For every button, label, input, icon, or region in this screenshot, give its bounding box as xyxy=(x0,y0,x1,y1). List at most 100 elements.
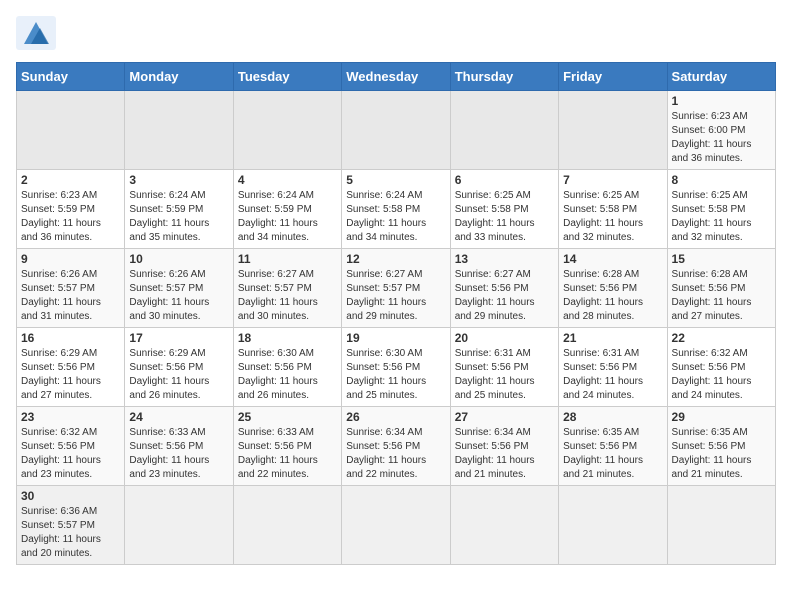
day-number: 11 xyxy=(238,252,337,266)
day-number: 30 xyxy=(21,489,120,503)
calendar-cell xyxy=(342,91,450,170)
cell-info: Sunrise: 6:23 AM Sunset: 5:59 PM Dayligh… xyxy=(21,189,120,245)
day-number: 15 xyxy=(672,252,771,266)
cell-info: Sunrise: 6:36 AM Sunset: 5:57 PM Dayligh… xyxy=(21,505,120,561)
cell-info: Sunrise: 6:24 AM Sunset: 5:59 PM Dayligh… xyxy=(238,189,337,245)
calendar-cell: 22 Sunrise: 6:32 AM Sunset: 5:56 PM Dayli… xyxy=(667,328,775,407)
calendar-cell: 20Sunrise: 6:31 AM Sunset: 5:56 PM Dayli… xyxy=(450,328,558,407)
cell-info: Sunrise: 6:32 AM Sunset: 5:56 PM Dayligh… xyxy=(21,426,120,482)
day-number: 17 xyxy=(129,331,228,345)
day-number: 19 xyxy=(346,331,445,345)
calendar-cell xyxy=(17,91,125,170)
day-number: 1 xyxy=(672,94,771,108)
calendar-week-row: 9 Sunrise: 6:26 AM Sunset: 5:57 PM Daylig… xyxy=(17,249,776,328)
day-number: 26 xyxy=(346,410,445,424)
weekday-header: Saturday xyxy=(667,63,775,91)
cell-info: Sunrise: 6:29 AM Sunset: 5:56 PM Dayligh… xyxy=(129,347,228,403)
calendar-cell: 17 Sunrise: 6:29 AM Sunset: 5:56 PM Dayli… xyxy=(125,328,233,407)
day-number: 24 xyxy=(129,410,228,424)
calendar-cell xyxy=(450,486,558,565)
calendar-week-row: 1 Sunrise: 6:23 AM Sunset: 6:00 PM Daylig… xyxy=(17,91,776,170)
calendar-cell: 27 Sunrise: 6:34 AM Sunset: 5:56 PM Dayli… xyxy=(450,407,558,486)
cell-info: Sunrise: 6:35 AM Sunset: 5:56 PM Dayligh… xyxy=(563,426,662,482)
weekday-header: Wednesday xyxy=(342,63,450,91)
cell-info: Sunrise: 6:34 AM Sunset: 5:56 PM Dayligh… xyxy=(346,426,445,482)
calendar-cell: 24 Sunrise: 6:33 AM Sunset: 5:56 PM Dayli… xyxy=(125,407,233,486)
cell-info: Sunrise: 6:33 AM Sunset: 5:56 PM Dayligh… xyxy=(238,426,337,482)
calendar-cell: 2Sunrise: 6:23 AM Sunset: 5:59 PM Daylig… xyxy=(17,170,125,249)
weekday-header: Thursday xyxy=(450,63,558,91)
cell-info: Sunrise: 6:35 AM Sunset: 5:56 PM Dayligh… xyxy=(672,426,771,482)
cell-info: Sunrise: 6:28 AM Sunset: 5:56 PM Dayligh… xyxy=(672,268,771,324)
calendar-cell xyxy=(125,486,233,565)
day-number: 25 xyxy=(238,410,337,424)
day-number: 28 xyxy=(563,410,662,424)
day-number: 22 xyxy=(672,331,771,345)
calendar-cell: 26 Sunrise: 6:34 AM Sunset: 5:56 PM Dayli… xyxy=(342,407,450,486)
calendar-cell: 28 Sunrise: 6:35 AM Sunset: 5:56 PM Dayli… xyxy=(559,407,667,486)
cell-info: Sunrise: 6:25 AM Sunset: 5:58 PM Dayligh… xyxy=(563,189,662,245)
day-number: 23 xyxy=(21,410,120,424)
cell-info: Sunrise: 6:24 AM Sunset: 5:59 PM Dayligh… xyxy=(129,189,228,245)
cell-info: Sunrise: 6:25 AM Sunset: 5:58 PM Dayligh… xyxy=(672,189,771,245)
cell-info: Sunrise: 6:31 AM Sunset: 5:56 PM Dayligh… xyxy=(563,347,662,403)
cell-info: Sunrise: 6:31 AM Sunset: 5:56 PM Dayligh… xyxy=(455,347,554,403)
calendar-cell: 13Sunrise: 6:27 AM Sunset: 5:56 PM Dayli… xyxy=(450,249,558,328)
calendar-week-row: 23 Sunrise: 6:32 AM Sunset: 5:56 PM Dayli… xyxy=(17,407,776,486)
calendar-cell: 30 Sunrise: 6:36 AM Sunset: 5:57 PM Dayli… xyxy=(17,486,125,565)
calendar-header-row: SundayMondayTuesdayWednesdayThursdayFrid… xyxy=(17,63,776,91)
cell-info: Sunrise: 6:25 AM Sunset: 5:58 PM Dayligh… xyxy=(455,189,554,245)
cell-info: Sunrise: 6:29 AM Sunset: 5:56 PM Dayligh… xyxy=(21,347,120,403)
cell-info: Sunrise: 6:30 AM Sunset: 5:56 PM Dayligh… xyxy=(346,347,445,403)
calendar-cell: 12 Sunrise: 6:27 AM Sunset: 5:57 PM Dayli… xyxy=(342,249,450,328)
logo xyxy=(16,16,62,50)
calendar-week-row: 2Sunrise: 6:23 AM Sunset: 5:59 PM Daylig… xyxy=(17,170,776,249)
cell-info: Sunrise: 6:33 AM Sunset: 5:56 PM Dayligh… xyxy=(129,426,228,482)
calendar-cell: 25 Sunrise: 6:33 AM Sunset: 5:56 PM Dayli… xyxy=(233,407,341,486)
cell-info: Sunrise: 6:27 AM Sunset: 5:57 PM Dayligh… xyxy=(346,268,445,324)
day-number: 14 xyxy=(563,252,662,266)
calendar-week-row: 16Sunrise: 6:29 AM Sunset: 5:56 PM Dayli… xyxy=(17,328,776,407)
calendar-cell xyxy=(559,91,667,170)
calendar-cell: 29 Sunrise: 6:35 AM Sunset: 5:56 PM Dayli… xyxy=(667,407,775,486)
calendar-cell: 19 Sunrise: 6:30 AM Sunset: 5:56 PM Dayli… xyxy=(342,328,450,407)
day-number: 29 xyxy=(672,410,771,424)
day-number: 10 xyxy=(129,252,228,266)
calendar-cell xyxy=(233,91,341,170)
day-number: 27 xyxy=(455,410,554,424)
weekday-header: Friday xyxy=(559,63,667,91)
calendar-cell: 8Sunrise: 6:25 AM Sunset: 5:58 PM Daylig… xyxy=(667,170,775,249)
day-number: 6 xyxy=(455,173,554,187)
day-number: 4 xyxy=(238,173,337,187)
calendar-cell xyxy=(667,486,775,565)
calendar-cell: 14Sunrise: 6:28 AM Sunset: 5:56 PM Dayli… xyxy=(559,249,667,328)
cell-info: Sunrise: 6:23 AM Sunset: 6:00 PM Dayligh… xyxy=(672,110,771,166)
day-number: 9 xyxy=(21,252,120,266)
cell-info: Sunrise: 6:32 AM Sunset: 5:56 PM Dayligh… xyxy=(672,347,771,403)
day-number: 13 xyxy=(455,252,554,266)
weekday-header: Sunday xyxy=(17,63,125,91)
weekday-header: Tuesday xyxy=(233,63,341,91)
calendar-cell: 5Sunrise: 6:24 AM Sunset: 5:58 PM Daylig… xyxy=(342,170,450,249)
day-number: 3 xyxy=(129,173,228,187)
weekday-header: Monday xyxy=(125,63,233,91)
calendar-cell xyxy=(233,486,341,565)
calendar-cell: 11 Sunrise: 6:27 AM Sunset: 5:57 PM Dayli… xyxy=(233,249,341,328)
calendar-cell: 1 Sunrise: 6:23 AM Sunset: 6:00 PM Daylig… xyxy=(667,91,775,170)
calendar-cell: 3 Sunrise: 6:24 AM Sunset: 5:59 PM Daylig… xyxy=(125,170,233,249)
cell-info: Sunrise: 6:26 AM Sunset: 5:57 PM Dayligh… xyxy=(129,268,228,324)
day-number: 12 xyxy=(346,252,445,266)
calendar-cell: 21Sunrise: 6:31 AM Sunset: 5:56 PM Dayli… xyxy=(559,328,667,407)
day-number: 5 xyxy=(346,173,445,187)
calendar-cell: 6 Sunrise: 6:25 AM Sunset: 5:58 PM Daylig… xyxy=(450,170,558,249)
calendar-cell: 4 Sunrise: 6:24 AM Sunset: 5:59 PM Daylig… xyxy=(233,170,341,249)
calendar-cell: 16Sunrise: 6:29 AM Sunset: 5:56 PM Dayli… xyxy=(17,328,125,407)
calendar-cell: 7 Sunrise: 6:25 AM Sunset: 5:58 PM Daylig… xyxy=(559,170,667,249)
logo-icon xyxy=(16,16,56,50)
cell-info: Sunrise: 6:27 AM Sunset: 5:57 PM Dayligh… xyxy=(238,268,337,324)
calendar-cell: 15 Sunrise: 6:28 AM Sunset: 5:56 PM Dayli… xyxy=(667,249,775,328)
cell-info: Sunrise: 6:34 AM Sunset: 5:56 PM Dayligh… xyxy=(455,426,554,482)
calendar-cell xyxy=(450,91,558,170)
day-number: 7 xyxy=(563,173,662,187)
calendar-cell: 23 Sunrise: 6:32 AM Sunset: 5:56 PM Dayli… xyxy=(17,407,125,486)
